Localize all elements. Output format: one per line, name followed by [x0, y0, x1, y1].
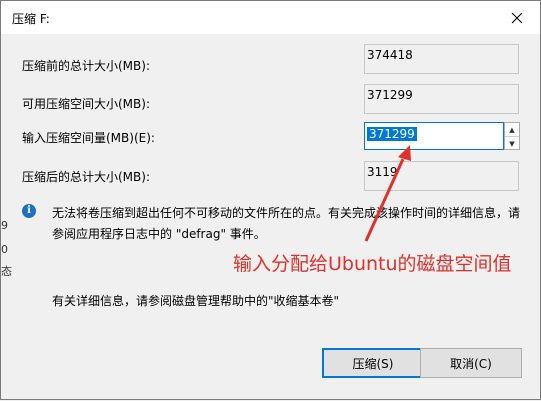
shrink-button[interactable]: 压缩(S) [322, 348, 424, 378]
shrink-dialog: 压缩 F: 9 0 态 压缩前的总计大小(MB): 374418 可用压缩空间大… [0, 0, 541, 400]
annotation-text: 输入分配给Ubuntu的磁盘空间值 [233, 253, 512, 275]
cancel-button[interactable]: 取消(C) [420, 348, 522, 378]
annotation-arrow-icon [364, 145, 411, 242]
help-text: 有关详细信息，请参阅磁盘管理帮助中的"收缩基本卷" [52, 294, 340, 308]
